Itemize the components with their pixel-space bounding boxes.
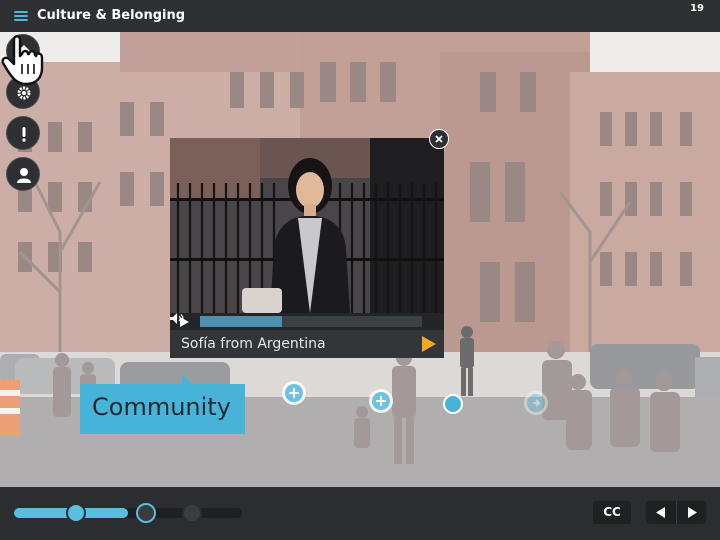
community-text: Community <box>92 393 231 421</box>
volume-icon[interactable] <box>170 313 184 324</box>
hotspot-arrow[interactable] <box>524 391 548 415</box>
video-caption: Sofía from Argentina <box>181 336 326 352</box>
timeline-playhead[interactable] <box>136 503 156 523</box>
top-bar: Culture & Belonging 19 <box>0 0 720 32</box>
menu-icon[interactable] <box>14 11 28 22</box>
alert-button[interactable] <box>6 116 40 150</box>
profile-button[interactable] <box>6 157 40 191</box>
video-progress[interactable] <box>200 316 422 327</box>
street-scene: Sofía from Argentina Community <box>0 32 720 487</box>
community-label[interactable]: Community <box>80 374 245 434</box>
video-frame[interactable] <box>170 138 444 313</box>
caption-play-button[interactable] <box>422 336 436 352</box>
hotspot-plus[interactable] <box>369 389 393 413</box>
close-button[interactable] <box>429 129 449 149</box>
page-number: 19 <box>690 3 704 14</box>
selected-hotspot[interactable] <box>443 394 463 414</box>
gear-icon <box>17 86 31 100</box>
plus-icon <box>376 396 386 406</box>
timeline-marker[interactable] <box>66 503 86 523</box>
closed-captions-button[interactable]: CC <box>593 501 631 524</box>
close-icon <box>435 135 443 143</box>
arrow-right-icon <box>533 399 541 407</box>
plus-icon <box>289 388 299 398</box>
user-icon <box>17 168 31 183</box>
hotspot-plus[interactable] <box>282 381 306 405</box>
prev-arrow-icon <box>656 507 665 518</box>
video-card: Sofía from Argentina <box>170 138 444 358</box>
next-arrow-icon <box>688 507 697 518</box>
video-controls <box>170 313 444 330</box>
bottom-bar: CC <box>0 487 720 540</box>
hand-pointer-icon <box>1 35 44 86</box>
prev-button[interactable] <box>646 501 676 524</box>
timeline-slider[interactable] <box>14 503 242 523</box>
page-nav <box>646 501 706 524</box>
timeline-marker[interactable] <box>182 503 202 523</box>
video-still <box>170 138 444 313</box>
video-progress-fill <box>200 316 283 327</box>
app-title: Culture & Belonging <box>37 8 186 23</box>
next-button[interactable] <box>676 501 706 524</box>
caption-row: Sofía from Argentina <box>170 330 444 358</box>
alert-icon <box>22 127 26 142</box>
